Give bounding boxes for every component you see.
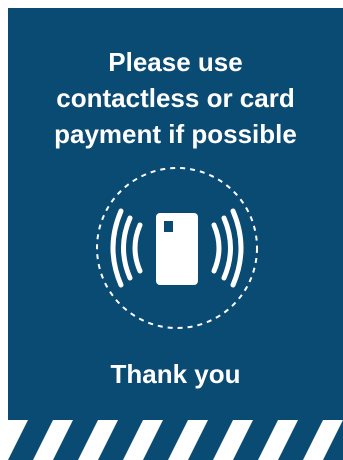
thank-you-text: Thank you: [110, 359, 241, 389]
contactless-card-icon: [96, 167, 258, 329]
hazard-stripes: [8, 420, 343, 460]
sign-headline: Please use contactless or card payment i…: [54, 47, 297, 149]
contactless-payment-sign: Please use contactless or card payment i…: [8, 8, 343, 460]
page: Please use contactless or card payment i…: [0, 0, 343, 460]
